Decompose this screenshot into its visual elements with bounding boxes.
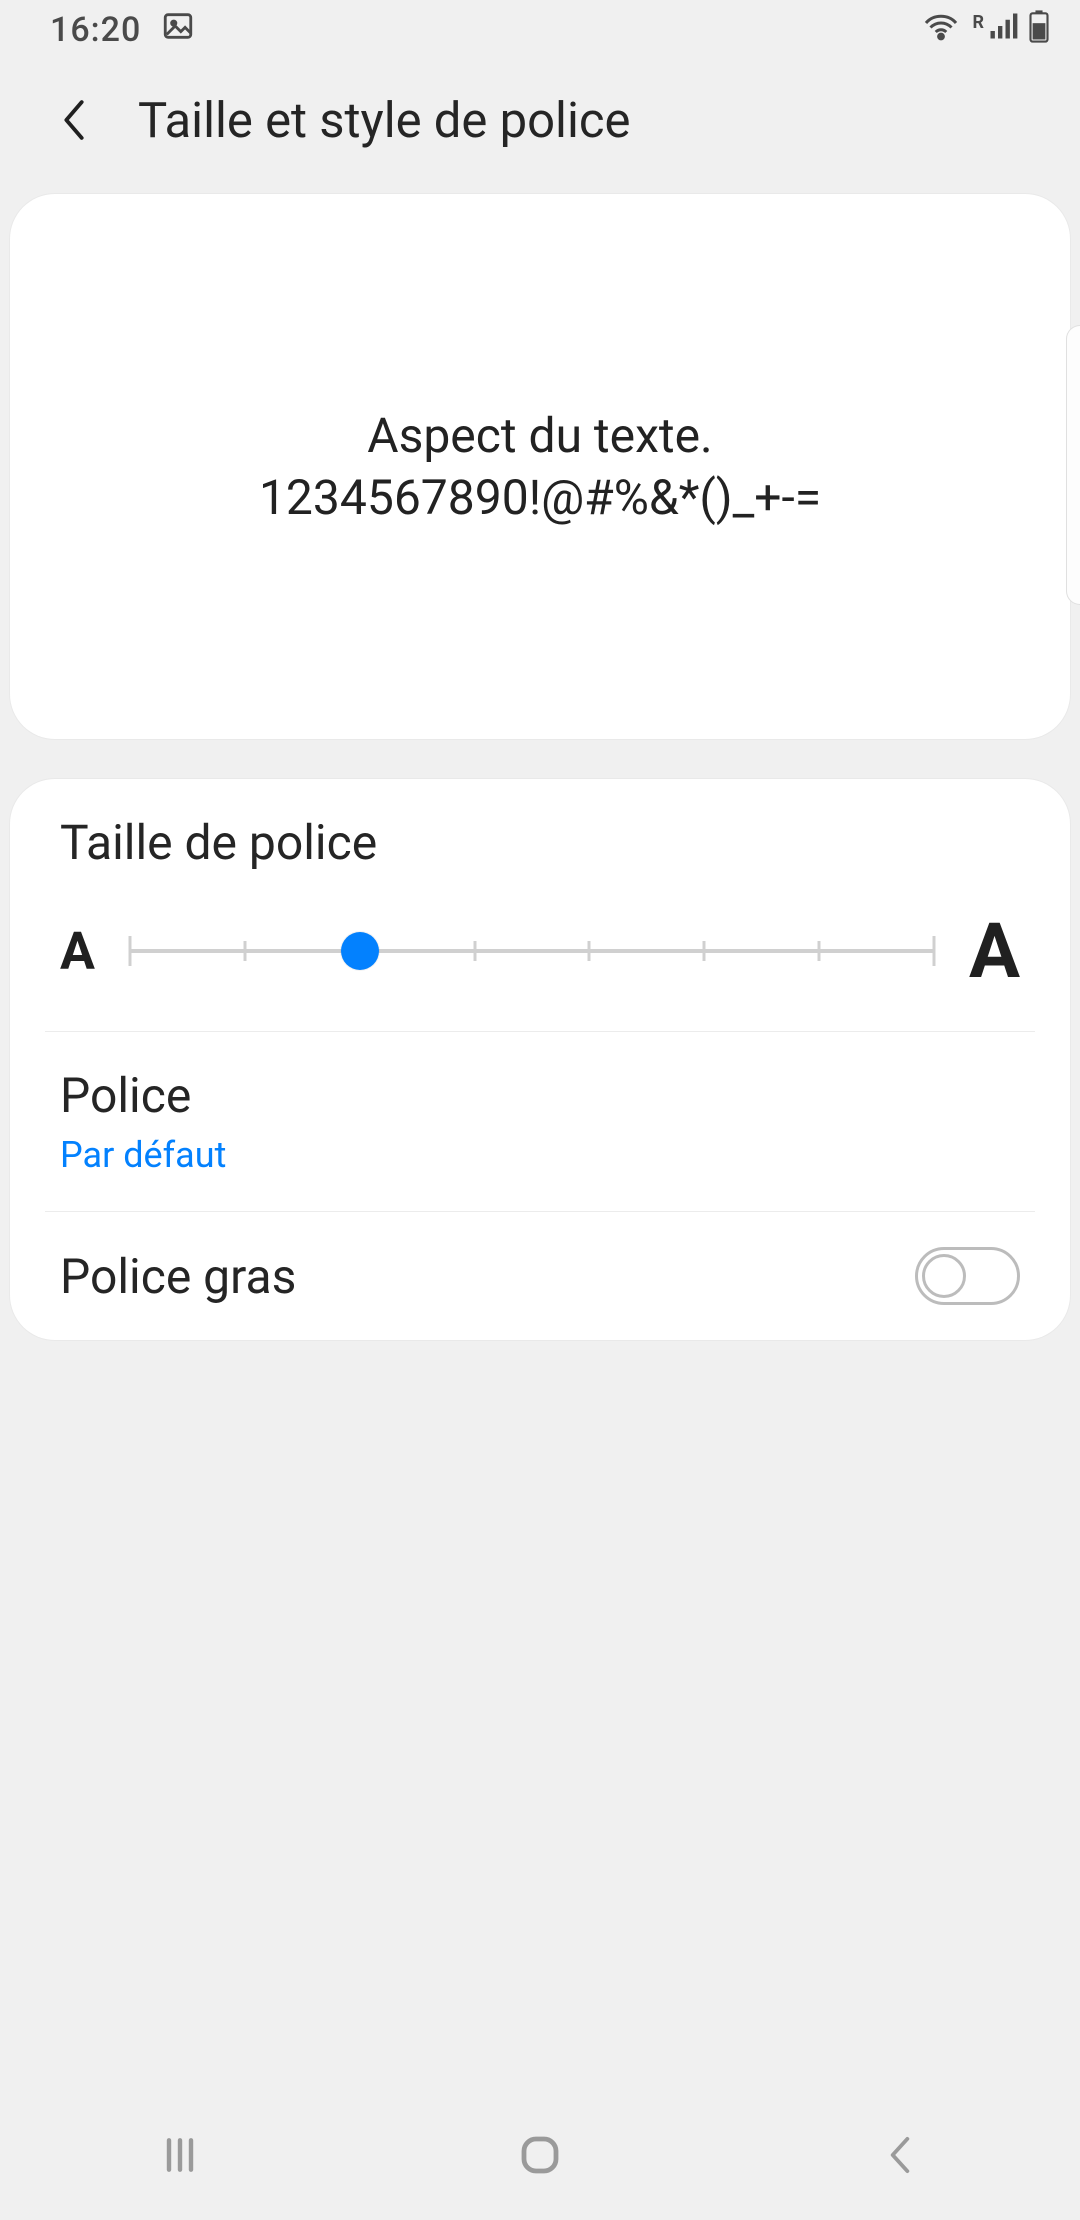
battery-icon — [1028, 9, 1050, 52]
slider-thumb[interactable] — [341, 932, 379, 970]
font-style-value: Par défaut — [60, 1134, 226, 1176]
content-area: Aspect du texte. 1234567890!@#%&*()_+-= … — [0, 180, 1080, 1340]
font-size-label: Taille de police — [60, 814, 1020, 871]
switch-knob — [922, 1254, 966, 1298]
status-time: 16:20 — [50, 10, 141, 50]
font-style-row[interactable]: Police Par défaut — [10, 1032, 1070, 1211]
preview-line-1: Aspect du texte. — [367, 407, 712, 465]
slider-track — [130, 949, 934, 953]
app-header: Taille et style de police — [0, 60, 1080, 180]
font-style-main: Police Par défaut — [60, 1067, 226, 1176]
font-size-section: Taille de police A A — [10, 779, 1070, 1031]
status-bar: 16:20 R — [0, 0, 1080, 60]
roaming-indicator: R — [972, 12, 984, 33]
image-icon — [161, 9, 195, 52]
wifi-icon — [922, 10, 960, 50]
bold-font-switch[interactable] — [915, 1247, 1020, 1305]
font-size-slider-row: A A — [60, 906, 1020, 996]
slider-tick — [473, 941, 476, 961]
slider-tick — [243, 941, 246, 961]
page-title: Taille et style de police — [138, 92, 631, 149]
font-size-slider[interactable] — [130, 921, 934, 981]
bold-font-row[interactable]: Police gras — [10, 1212, 1070, 1340]
slider-end-tick — [932, 936, 935, 966]
nav-recents-button[interactable] — [140, 2115, 220, 2195]
nav-home-button[interactable] — [500, 2115, 580, 2195]
preview-line-2: 1234567890!@#%&*()_+-= — [259, 469, 821, 527]
font-size-indicator-small: A — [60, 921, 95, 982]
bold-font-label: Police gras — [60, 1248, 296, 1305]
font-style-label: Police — [60, 1067, 226, 1124]
back-button[interactable] — [50, 96, 98, 144]
font-size-indicator-large: A — [969, 906, 1020, 996]
slider-tick — [818, 941, 821, 961]
system-nav-bar — [0, 2090, 1080, 2220]
font-preview-card: Aspect du texte. 1234567890!@#%&*()_+-= — [10, 194, 1070, 739]
nav-back-button[interactable] — [860, 2115, 940, 2195]
signal-icon — [988, 10, 1018, 50]
scroll-handle[interactable] — [1066, 325, 1080, 605]
status-left: 16:20 — [50, 9, 195, 52]
slider-tick — [703, 941, 706, 961]
status-right: R — [922, 9, 1050, 52]
slider-end-tick — [128, 936, 131, 966]
slider-tick — [588, 941, 591, 961]
font-settings-card: Taille de police A A Police Par défaut P… — [10, 779, 1070, 1340]
